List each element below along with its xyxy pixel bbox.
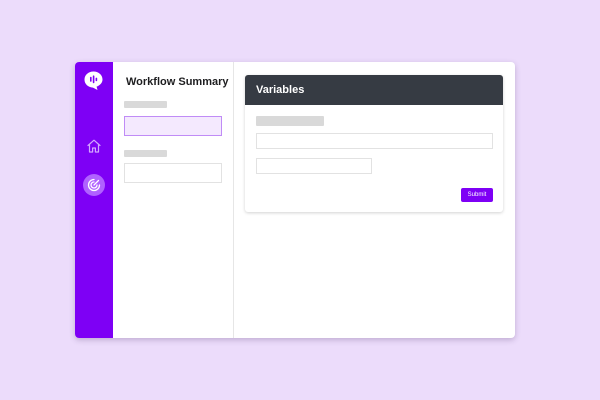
field-label-placeholder: [124, 150, 167, 157]
variable-label-placeholder: [256, 116, 324, 126]
nav-home[interactable]: [83, 135, 105, 157]
app-window: Workflow Summary Variables Submit: [75, 62, 515, 338]
workflow-summary-title: Workflow Summary: [126, 76, 229, 88]
workflow-summary-panel: Workflow Summary: [113, 62, 234, 338]
variable-input-wide[interactable]: [256, 133, 493, 149]
side-rail: [75, 62, 113, 338]
variable-input-short[interactable]: [256, 158, 372, 174]
home-icon: [87, 139, 101, 153]
field-label-placeholder: [124, 101, 167, 108]
nav-workflows[interactable]: [83, 174, 105, 196]
submit-button[interactable]: Submit: [461, 188, 493, 202]
chat-bubble-logo-icon[interactable]: [83, 70, 104, 91]
radar-icon: [87, 178, 101, 192]
variables-title: Variables: [245, 75, 503, 105]
summary-field-active[interactable]: [124, 116, 222, 136]
summary-field[interactable]: [124, 163, 222, 183]
variables-card: Variables Submit: [245, 75, 503, 212]
